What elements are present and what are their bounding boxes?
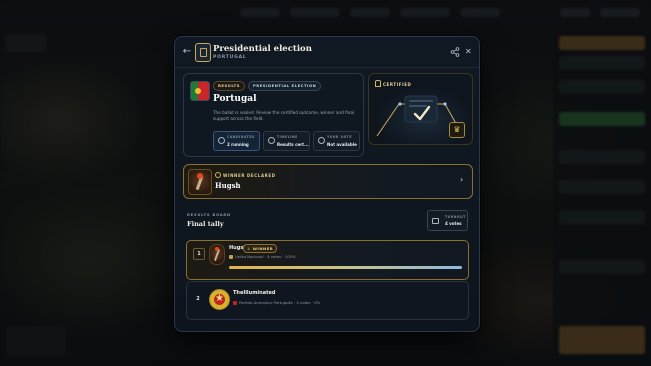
candidate-meta: União Nacional · 4 votes · 100% [229,254,296,259]
winner-card[interactable]: WINNER DECLARED Hugsh › [183,164,473,199]
clock-icon [268,137,275,144]
winner-label: WINNER DECLARED [215,172,276,178]
chevron-right-icon[interactable]: › [460,175,463,184]
modal-subtitle: PORTUGAL [213,55,247,60]
stat-your-vote[interactable]: YOUR VOTE Not available [313,131,360,151]
results-tag: RESULTS [213,81,245,91]
candidate-row[interactable]: 2 ★ TheIlluminated Partido Anárquico Por… [186,281,469,320]
ballot-icon [318,137,325,144]
election-modal: ← Presidential election PORTUGAL ✕ RESUL… [174,36,480,332]
rank-badge: 2 [196,296,200,302]
stat-timeline[interactable]: TIMELINE Results cert... [263,131,310,151]
candidate-meta: Partido Anárquico Português · 0 votes · … [233,300,320,305]
candidate-name: TheIlluminated [233,290,276,296]
close-icon[interactable]: ✕ [465,46,472,58]
party-icon [229,255,233,259]
results-board-title: Final tally [187,220,224,228]
candidate-row[interactable]: 1 Hugsh ♕ WINNER União Nacional · 4 vote… [186,240,469,280]
portugal-flag-icon [190,81,210,101]
modal-title: Presidential election [213,44,312,54]
certified-card: CERTIFIED ♛ [368,73,473,145]
ballot-box-icon [195,43,211,62]
results-board-label: RESULTS BOARD [187,212,231,217]
winner-name: Hugsh [215,181,241,190]
share-icon[interactable] [450,47,460,57]
award-icon [215,172,221,178]
candidate-portrait [209,244,225,265]
party-icon [233,301,237,305]
turnout-box: TURNOUT 4 votes [427,210,468,231]
modal-header: ← Presidential election PORTUGAL ✕ [175,37,479,68]
election-type-tag: PRESIDENTIAL ELECTION [248,81,322,91]
crown-icon[interactable]: ♛ [449,122,465,138]
vote-share-bar [229,266,462,269]
country-card: RESULTS PRESIDENTIAL ELECTION Portugal T… [183,73,364,157]
party-emblem-icon: ★ [209,289,230,310]
people-icon [218,137,225,144]
country-description: The ballot is sealed. Review the certifi… [213,110,355,122]
back-arrow-icon[interactable]: ← [181,46,193,58]
winner-portrait [188,169,212,195]
rank-badge: 1 [193,248,205,260]
stat-candidates[interactable]: CANDIDATES 2 running [213,131,260,151]
ballot-box-icon [432,218,439,224]
country-name: Portugal [213,94,257,104]
winner-badge: ♕ WINNER [243,244,278,253]
